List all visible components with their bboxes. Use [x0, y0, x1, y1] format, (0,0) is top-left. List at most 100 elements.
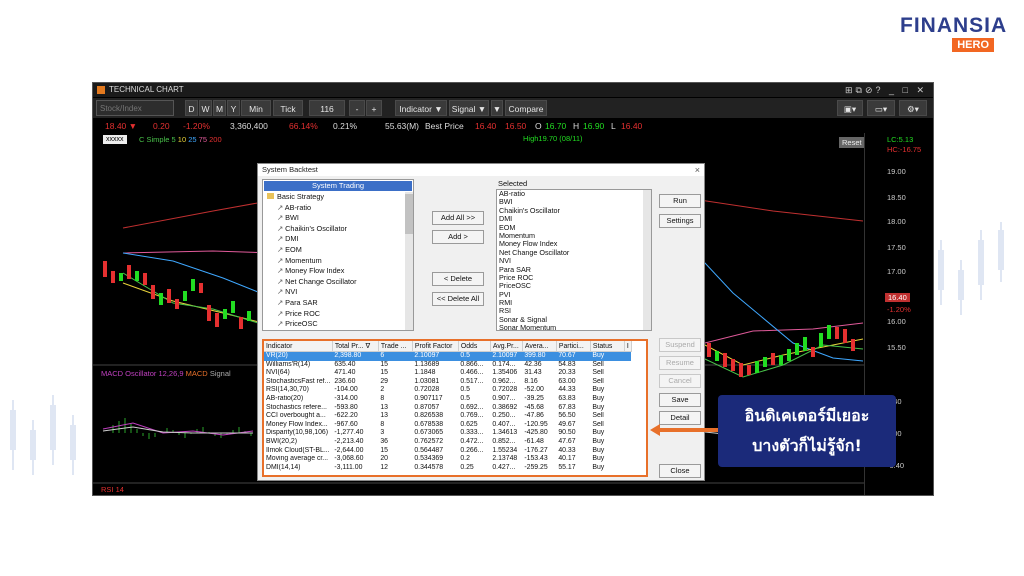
results-table[interactable]: Indicator Total Pr... ∇ Trade ... Profit Fa…	[262, 339, 648, 477]
tree-root[interactable]: Basic Strategy	[263, 192, 413, 203]
strategy-item[interactable]: ↗ Momentum	[263, 256, 413, 267]
column-header[interactable]: Total Pr... ∇	[332, 341, 379, 352]
close-icon[interactable]: ×	[695, 164, 700, 176]
selected-item[interactable]: PVI	[497, 290, 651, 299]
selected-item[interactable]: AB-ratio	[497, 190, 651, 198]
period-min-button[interactable]: Min	[241, 100, 271, 116]
table-cell: 0.472...	[460, 437, 484, 445]
strategy-item[interactable]: ↗ BWI	[263, 213, 413, 224]
indicator-dropdown[interactable]: Indicator ▼	[395, 100, 447, 116]
column-header[interactable]: I	[624, 341, 632, 352]
column-header[interactable]: Partici...	[556, 341, 591, 352]
period-tick-button[interactable]: Tick	[273, 100, 303, 116]
table-cell-blank	[624, 386, 631, 395]
strategy-item[interactable]: ↗ Money Flow Index	[263, 266, 413, 277]
run-button[interactable]: Run	[659, 194, 701, 208]
table-row[interactable]: RSI(14,30,70) -104.00 2 0.72028 0.5 0.72028 -5…	[264, 386, 631, 395]
period-y-button[interactable]: Y	[227, 100, 240, 116]
strategy-item[interactable]: ↗ Price ROC	[263, 309, 413, 320]
last-pct-tag: -1.20%	[887, 305, 911, 314]
strategy-item[interactable]: ↗ DMI	[263, 234, 413, 245]
gear-menu-icon[interactable]: ⚙▾	[899, 100, 927, 116]
period-w-button[interactable]: W	[199, 100, 212, 116]
selected-item[interactable]: Sonar Momentum	[497, 323, 651, 330]
zoom-out-button[interactable]: -	[349, 100, 365, 116]
strategy-tree[interactable]: System Trading Basic Strategy ↗ AB-ratio…	[262, 179, 414, 331]
table-cell: 399.80	[522, 351, 557, 361]
selected-header: Selected	[498, 179, 528, 188]
strategy-item[interactable]: ↗ Para SAR	[263, 298, 413, 309]
selected-item[interactable]: DMI	[497, 214, 651, 223]
table-row[interactable]: StochasticsFast ref... 236.60 29 1.03081 0.5…	[264, 378, 631, 387]
selected-item[interactable]: Net Change Oscillator	[497, 248, 651, 257]
column-header[interactable]: Avera...	[522, 341, 557, 352]
settings-button[interactable]: Settings	[659, 214, 701, 228]
column-header[interactable]: Odds	[458, 341, 491, 352]
detail-button[interactable]: Detail	[659, 411, 701, 425]
table-row[interactable]: Moving average cr... -3,068.60 20 0.534369 0…	[264, 455, 631, 464]
table-cell: -39.25	[524, 394, 544, 402]
close-button[interactable]: Close	[659, 464, 701, 478]
last-price: 18.40 ▼	[105, 121, 138, 131]
table-row[interactable]: Disparity(10,98,106) -1,277.40 3 0.673065 0.…	[264, 429, 631, 438]
table-row[interactable]: BWI(20,2) -2,213.40 36 0.762572 0.472... 0.85…	[264, 438, 631, 447]
zoom-in-button[interactable]: +	[366, 100, 382, 116]
strategy-item[interactable]: ↗ AB-ratio	[263, 203, 413, 214]
add-button[interactable]: Add >	[432, 230, 484, 244]
selected-item[interactable]: RMI	[497, 298, 651, 307]
table-cell: -153.43	[524, 455, 548, 463]
resume-button[interactable]: Resume	[659, 356, 701, 370]
strategy-item[interactable]: ↗ PriceOSC	[263, 319, 413, 330]
strategy-item-label: DMI	[285, 234, 299, 244]
symbol-box[interactable]: xxxxx	[103, 135, 127, 144]
column-header[interactable]: Indicator	[264, 341, 333, 352]
high-price: 16.90	[583, 121, 605, 131]
selected-list[interactable]: AB-ratio BWI Chaikin's Oscillator DMI EOM Mom…	[496, 189, 652, 331]
save-menu-icon[interactable]: ▣▾	[837, 100, 863, 116]
table-cell: 1.35406	[492, 369, 518, 377]
strategy-item[interactable]: ↗ Net Change Oscillator	[263, 277, 413, 288]
table-row[interactable]: NVI(64) 471.40 15 1.1848 0.466... 1.35406 31.4…	[264, 369, 631, 378]
table-row[interactable]: AB-ratio(20) -314.00 8 0.907117 0.5 0.907... -…	[264, 395, 631, 404]
column-header[interactable]: Status	[590, 341, 625, 352]
ratio: 66.14%	[289, 121, 318, 131]
column-header[interactable]: Profit Factor	[412, 341, 459, 352]
period-d-button[interactable]: D	[185, 100, 198, 116]
window-controls[interactable]: ⊞⧉⊘? _ □ ✕	[845, 83, 927, 97]
strategy-item[interactable]: ↗ NVI	[263, 287, 413, 298]
table-cell: -967.60	[334, 420, 358, 428]
table-row[interactable]: Ilmok Cloud(ST-BL... -2,644.00 15 0.564487 0…	[264, 447, 631, 456]
bars-count-field[interactable]: 116	[309, 100, 345, 116]
strategy-item[interactable]: ↗ Chaikin's Oscillator	[263, 224, 413, 235]
table-cell-blank	[624, 378, 631, 387]
table-row[interactable]: Money Flow Index... -967.60 8 0.678538 0.625…	[264, 421, 631, 430]
table-row[interactable]: Stochastics refere... -593.80 13 0.87057 0.6…	[264, 404, 631, 413]
column-header[interactable]: Avg.Pr...	[490, 341, 523, 352]
folder-menu-icon[interactable]: ▭▾	[867, 100, 895, 116]
save-button[interactable]: Save	[659, 393, 701, 407]
add-all-button[interactable]: Add All >>	[432, 211, 484, 225]
tree-scrollbar[interactable]	[405, 192, 413, 330]
strategy-item[interactable]: ↗ EOM	[263, 245, 413, 256]
table-cell: 0.692...	[460, 403, 484, 411]
column-header[interactable]: Trade ...	[378, 341, 413, 352]
table-row[interactable]: VR(20) 2,398.80 6 2.10097 0.5 2.10097 399.80 70…	[264, 351, 632, 361]
table-row[interactable]: DMI(14,14) -3,111.00 12 0.344578 0.25 0.427..…	[264, 464, 631, 473]
selected-scrollbar[interactable]	[643, 190, 651, 330]
signal-dropdown[interactable]: Signal ▼	[449, 100, 489, 116]
cancel-button[interactable]: Cancel	[659, 374, 701, 388]
signal-extra-dropdown[interactable]: ▼	[491, 100, 503, 116]
period-m-button[interactable]: M	[213, 100, 226, 116]
selected-item[interactable]: Chaikin's Oscillator	[497, 206, 651, 215]
delete-button[interactable]: < Delete	[432, 272, 484, 286]
table-cell: 49.67	[558, 420, 576, 428]
selected-item[interactable]: PriceOSC	[497, 281, 651, 290]
table-row[interactable]: Williams'R(14) 635.40 15 1.13689 0.866... 0.1…	[264, 361, 631, 370]
delete-all-button[interactable]: << Delete All	[432, 292, 484, 306]
symbol-input[interactable]	[96, 100, 174, 116]
high-label: H	[573, 121, 580, 131]
table-cell: Buy	[592, 429, 605, 437]
compare-button[interactable]: Compare	[505, 100, 547, 116]
suspend-button[interactable]: Suspend	[659, 338, 701, 352]
table-row[interactable]: CCI overbought a... -622.20 13 0.826538 0.76…	[264, 412, 631, 421]
